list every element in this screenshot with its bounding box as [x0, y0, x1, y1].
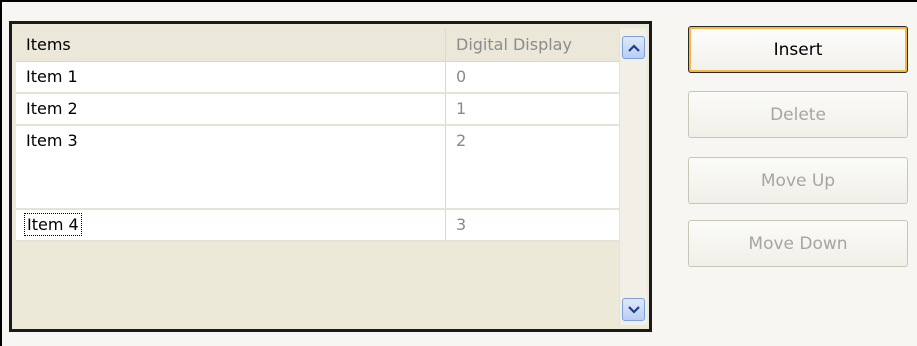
digital-display-cell[interactable]: 0 [446, 62, 620, 92]
focused-item-label: Item 4 [24, 213, 82, 236]
table-row[interactable]: Item 3 2 [16, 126, 620, 210]
scroll-down-button[interactable] [622, 298, 645, 321]
item-name-cell[interactable]: Item 2 [16, 94, 446, 124]
chevron-down-icon [627, 305, 640, 314]
column-header-items[interactable]: Items [16, 28, 446, 61]
item-name-cell[interactable]: Item 1 [16, 62, 446, 92]
list-grid: Items Digital Display Item 1 0 Item 2 1 … [16, 28, 620, 242]
table-row[interactable]: Item 1 0 [16, 62, 620, 94]
item-name-cell[interactable]: Item 3 [16, 126, 446, 208]
table-row[interactable]: Item 4 3 [16, 210, 620, 242]
move-down-button[interactable]: Move Down [688, 220, 908, 267]
list-header: Items Digital Display [16, 28, 620, 62]
column-header-digital-display[interactable]: Digital Display [446, 28, 620, 61]
digital-display-cell[interactable]: 1 [446, 94, 620, 124]
move-up-button[interactable]: Move Up [688, 157, 908, 204]
delete-button[interactable]: Delete [688, 91, 908, 138]
item-name-cell-focused[interactable]: Item 4 [16, 210, 446, 240]
insert-button[interactable]: Insert [688, 26, 908, 73]
vertical-scrollbar[interactable] [619, 28, 647, 325]
chevron-up-icon [627, 43, 640, 52]
items-list-view[interactable]: Items Digital Display Item 1 0 Item 2 1 … [9, 21, 652, 332]
digital-display-cell[interactable]: 3 [446, 210, 620, 240]
digital-display-cell[interactable]: 2 [446, 126, 620, 208]
scroll-up-button[interactable] [622, 36, 645, 59]
table-row[interactable]: Item 2 1 [16, 94, 620, 126]
